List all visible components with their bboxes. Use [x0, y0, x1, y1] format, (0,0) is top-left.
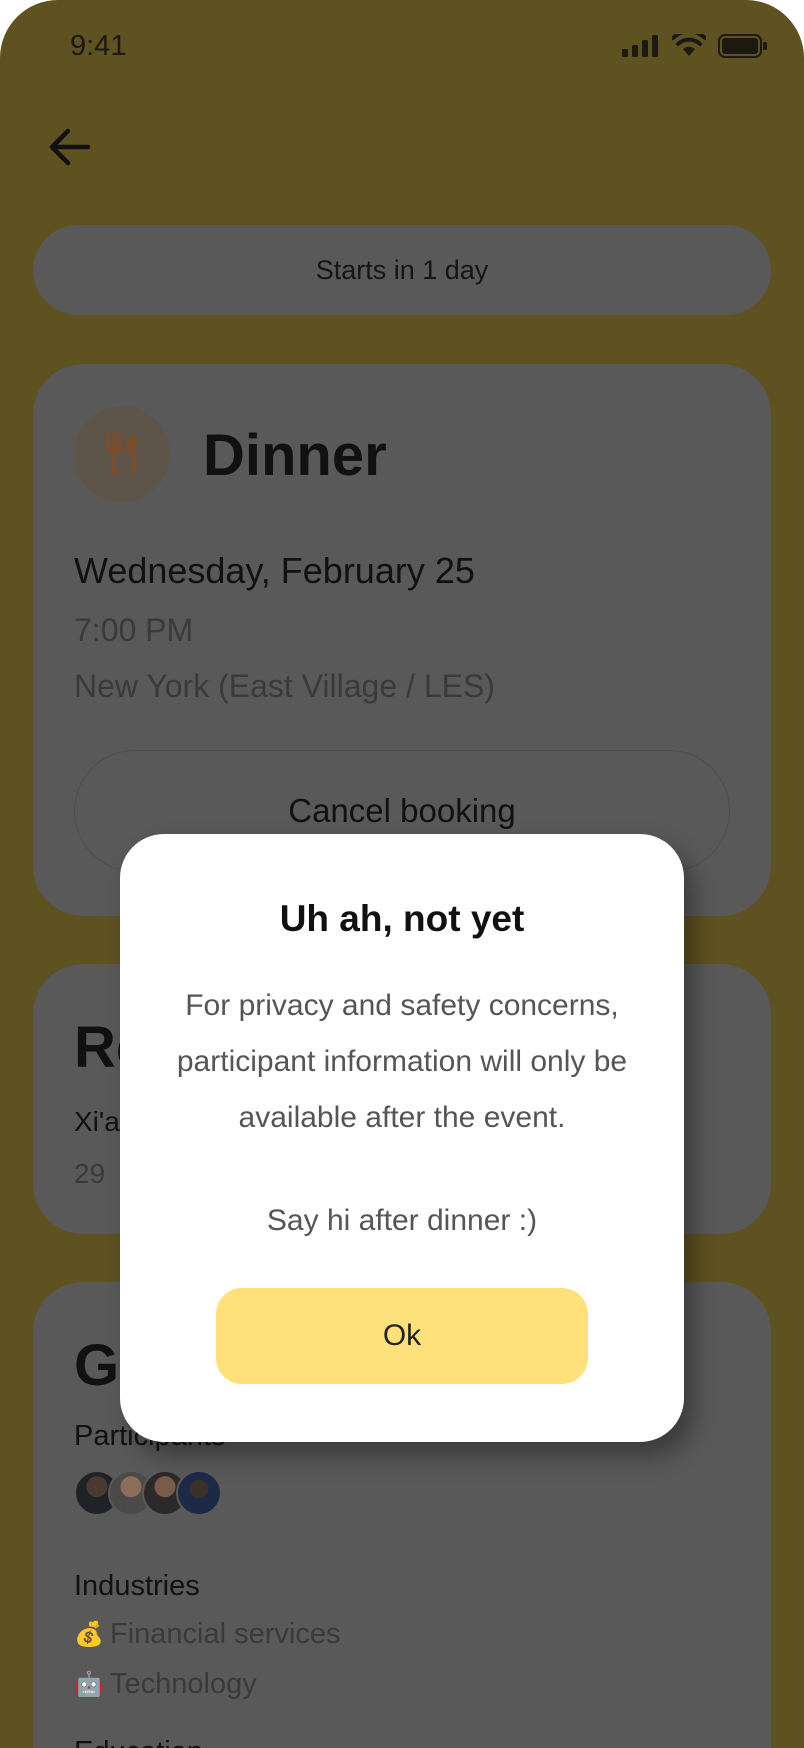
status-time: 9:41 — [70, 30, 127, 62]
dialog-message: For privacy and safety concerns, partici… — [176, 989, 628, 1134]
industry-item: 💰 Financial services — [74, 1618, 340, 1651]
guests-title: G — [74, 1333, 120, 1398]
industry-label: Financial services — [110, 1618, 341, 1650]
dialog-title: Uh ah, not yet — [279, 898, 525, 939]
event-icon-circle — [74, 406, 170, 502]
event-title: Dinner — [203, 423, 387, 488]
battery-icon — [718, 34, 767, 58]
education-label: Education — [74, 1736, 203, 1748]
dialog-hint: Say hi after dinner :) — [266, 1204, 538, 1237]
robot-icon: 🤖 — [74, 1671, 104, 1698]
avatar — [176, 1470, 222, 1516]
money-bag-icon: 💰 — [74, 1621, 104, 1648]
status-icons — [622, 34, 768, 58]
fork-knife-icon — [106, 433, 136, 475]
review-age: 29 — [74, 1158, 106, 1189]
signal-icon — [622, 35, 658, 57]
industry-item: 🤖 Technology — [74, 1668, 257, 1701]
review-name: Xi'a — [74, 1106, 120, 1137]
countdown-pill: Starts in 1 day — [33, 225, 771, 315]
ok-button[interactable]: Ok — [216, 1288, 588, 1384]
industry-label: Technology — [110, 1668, 257, 1700]
event-time: 7:00 PM — [74, 612, 194, 648]
screen: 9:41 Starts in 1 day Dinner Wednesday, F… — [0, 0, 804, 1748]
event-date: Wednesday, February 25 — [74, 550, 475, 591]
wifi-icon — [672, 34, 706, 56]
info-dialog: Uh ah, not yet For privacy and safety co… — [120, 834, 684, 1442]
event-location: New York (East Village / LES) — [74, 668, 495, 704]
back-button[interactable] — [44, 122, 94, 172]
participant-avatars[interactable] — [74, 1470, 222, 1516]
arrow-left-icon — [49, 128, 91, 166]
industries-label: Industries — [74, 1570, 200, 1602]
